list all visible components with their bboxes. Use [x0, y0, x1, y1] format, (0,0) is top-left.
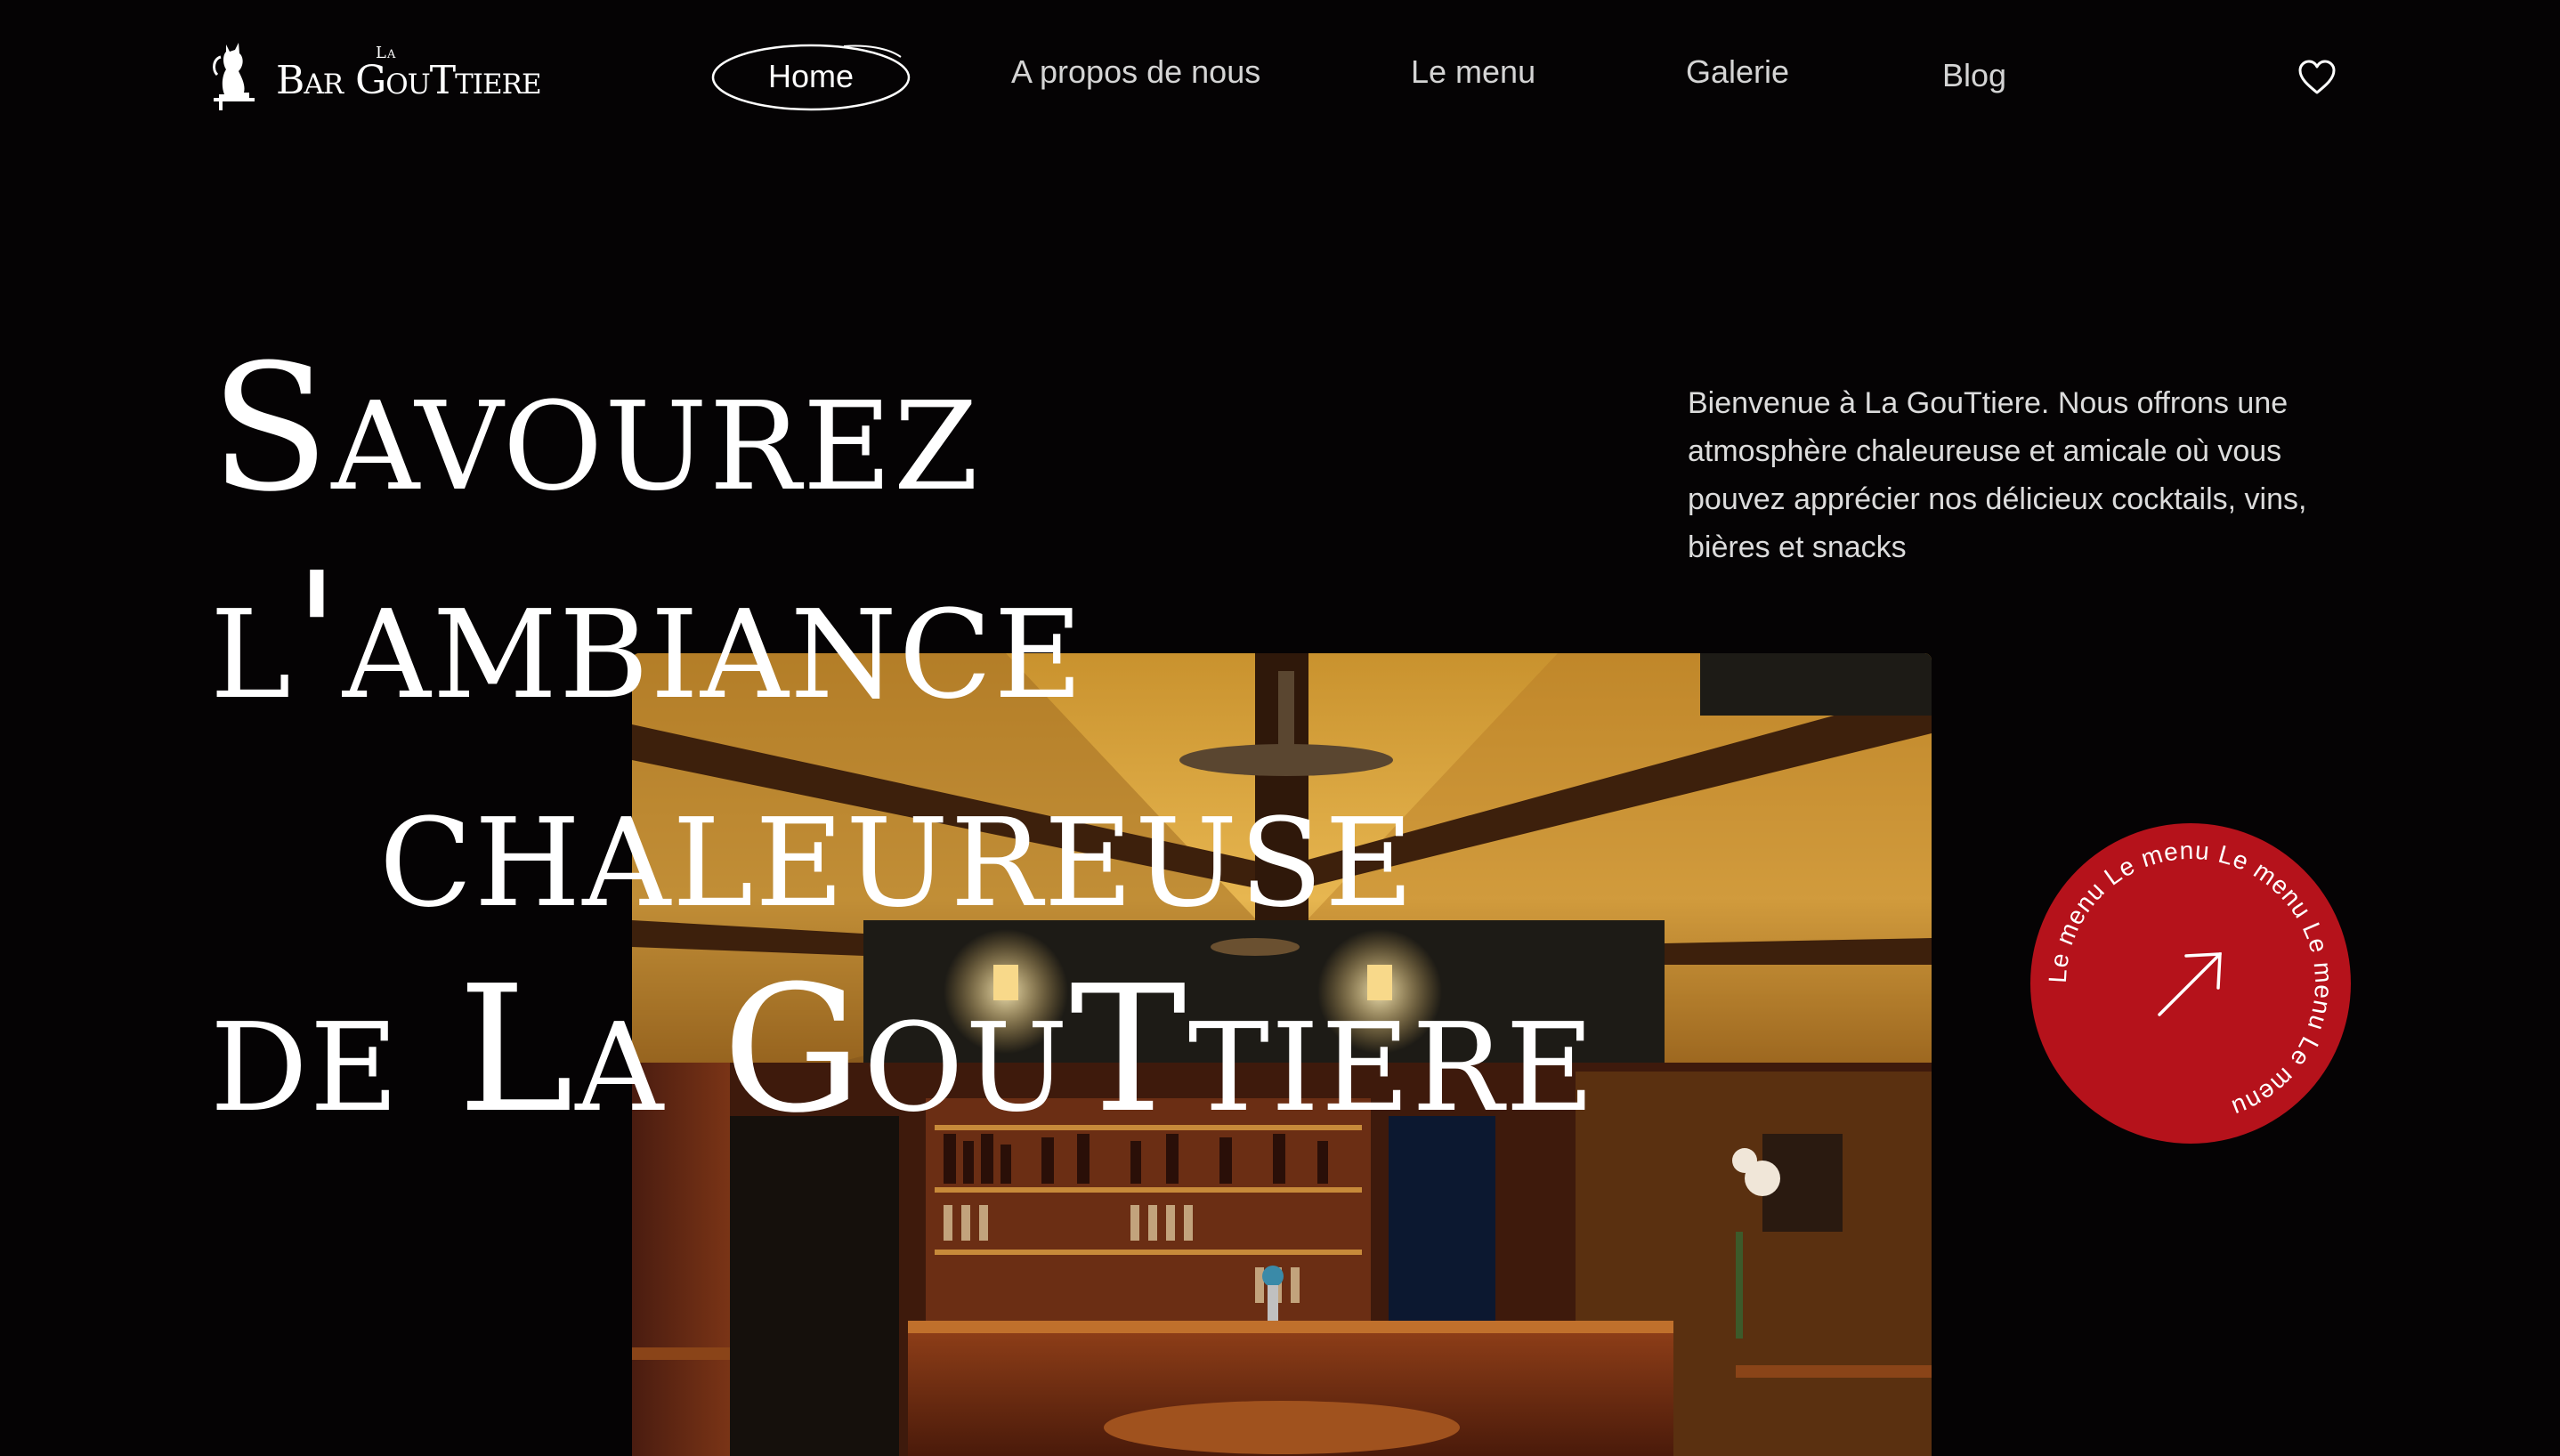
nav-item-gallery[interactable]: Galerie — [1686, 53, 1789, 91]
bar-interior-photo — [632, 653, 1932, 1456]
headline-line-1: Savourez — [210, 328, 981, 530]
nav-item-home[interactable]: Home — [710, 39, 911, 112]
bar-interior-illustration — [632, 653, 1932, 1456]
intro-text: Bienvenue à La GouTtiere. Nous offrons u… — [1688, 386, 2307, 564]
nav-item-menu[interactable]: Le menu — [1411, 53, 1535, 91]
nav-item-blog[interactable]: Blog — [1942, 57, 2006, 94]
heart-icon[interactable] — [2297, 57, 2337, 98]
nav-item-about[interactable]: A propos de nous — [1011, 53, 1260, 91]
menu-badge-graphic: Le menu Le menu Le menu Le menu Le menu — [2030, 823, 2351, 1144]
nav-home-label: Home — [767, 58, 855, 94]
main-nav: Home A propos de nous Le menu Galerie Bl… — [0, 36, 2560, 116]
menu-badge-button[interactable]: Le menu Le menu Le menu Le menu Le menu — [2029, 822, 2352, 1145]
